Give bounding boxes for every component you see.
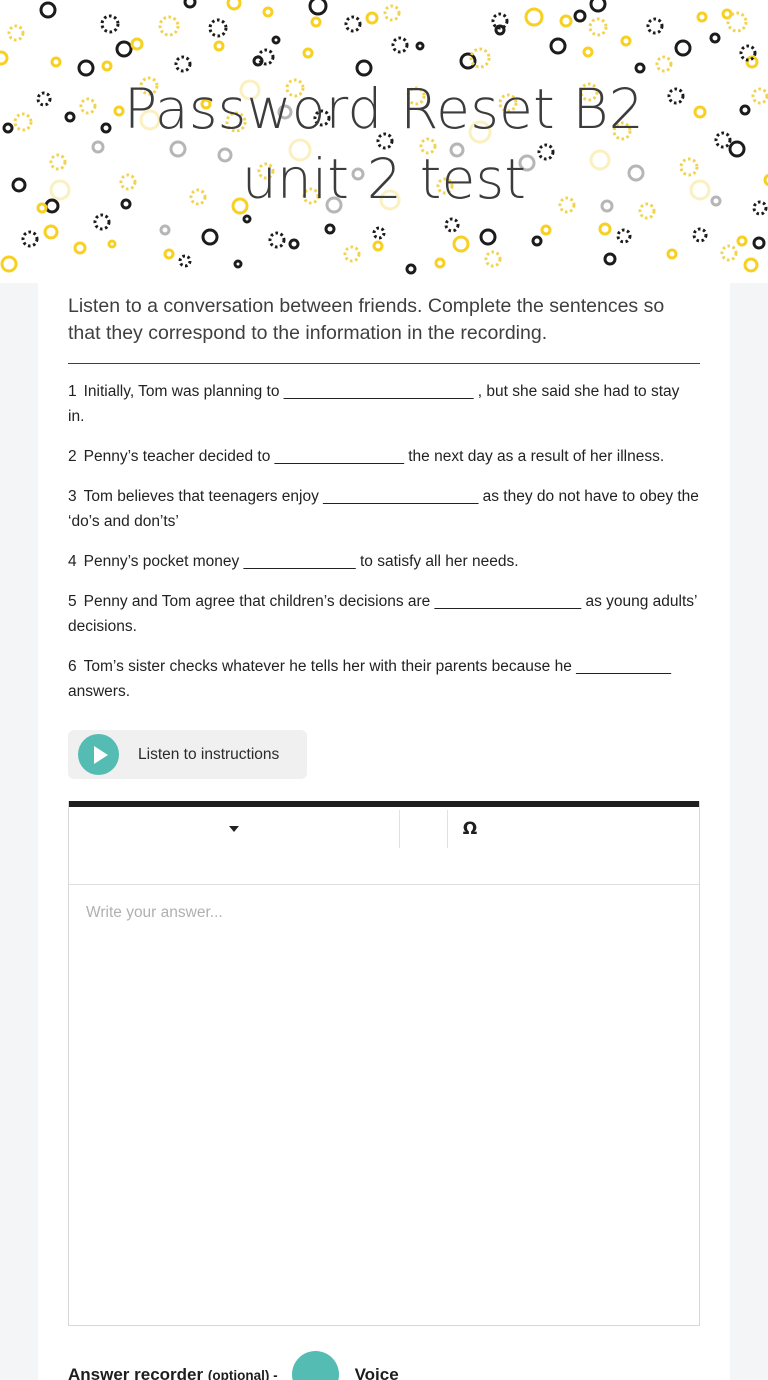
question-number: 1 bbox=[68, 383, 77, 400]
listen-to-instructions-button[interactable]: Listen to instructions bbox=[68, 730, 308, 779]
task-instructions: Listen to a conversation between friends… bbox=[68, 295, 665, 344]
gutter-left bbox=[0, 283, 38, 1380]
editor-toolbar: Ω bbox=[69, 807, 699, 885]
answer-placeholder: Write your answer... bbox=[86, 904, 223, 921]
question-text: Penny’s teacher decided to _____________… bbox=[83, 448, 665, 465]
question-text: Initially, Tom was planning to _________… bbox=[68, 383, 680, 425]
answer-recorder-label: Answer recorder (optional) - bbox=[68, 1365, 278, 1380]
answer-textarea[interactable]: Write your answer... bbox=[69, 885, 699, 1325]
microphone-icon[interactable] bbox=[291, 1351, 339, 1380]
play-triangle bbox=[93, 745, 108, 764]
toolbar-group-left bbox=[69, 807, 399, 851]
listen-button-label: Listen to instructions bbox=[138, 745, 280, 763]
recorder-label-main: Answer recorder bbox=[68, 1364, 208, 1380]
gutter-right bbox=[730, 283, 768, 1380]
format-dropdown-button[interactable] bbox=[69, 807, 399, 851]
question-number: 6 bbox=[68, 658, 77, 675]
recorder-label-optional: (optional) - bbox=[207, 1367, 278, 1380]
question-item: 4 Penny’s pocket money _____________ to s… bbox=[68, 549, 700, 574]
question-item: 3 Tom believes that teenagers enjoy _____… bbox=[68, 484, 700, 534]
special-character-button[interactable]: Ω bbox=[448, 807, 492, 851]
question-item: 6 Tom’s sister checks whatever he tells h… bbox=[68, 654, 700, 704]
answer-recorder-section: Answer recorder (optional) - Voice bbox=[68, 1351, 700, 1380]
voice-label: Voice bbox=[354, 1364, 399, 1380]
questions-list: 1 Initially, Tom was planning to ________… bbox=[68, 379, 700, 704]
question-item: 5 Penny and Tom agree that children’s dec… bbox=[68, 589, 700, 639]
play-icon[interactable] bbox=[78, 734, 119, 775]
page-root: Password Reset B2 unit 2 test Listen to … bbox=[0, 0, 768, 1380]
page-title: Password Reset B2 unit 2 test bbox=[124, 77, 644, 211]
question-text: Penny and Tom agree that children’s deci… bbox=[68, 593, 697, 635]
section-divider bbox=[68, 363, 700, 364]
chevron-down-icon[interactable] bbox=[229, 826, 239, 832]
content-card: Listen to a conversation between friends… bbox=[38, 283, 730, 1380]
question-number: 3 bbox=[68, 488, 77, 505]
answer-editor: Ω Write your answer... bbox=[68, 801, 700, 1326]
question-text: Tom’s sister checks whatever he tells he… bbox=[68, 658, 671, 700]
page-header: Password Reset B2 unit 2 test bbox=[0, 0, 768, 290]
question-text: Tom believes that teenagers enjoy ______… bbox=[68, 488, 699, 530]
question-number: 5 bbox=[68, 593, 77, 610]
question-text: Penny’s pocket money _____________ to sa… bbox=[83, 553, 519, 570]
question-item: 1 Initially, Tom was planning to ________… bbox=[68, 379, 700, 429]
question-number: 2 bbox=[68, 448, 77, 465]
question-number: 4 bbox=[68, 553, 77, 570]
question-item: 2 Penny’s teacher decided to ____________… bbox=[68, 444, 700, 469]
